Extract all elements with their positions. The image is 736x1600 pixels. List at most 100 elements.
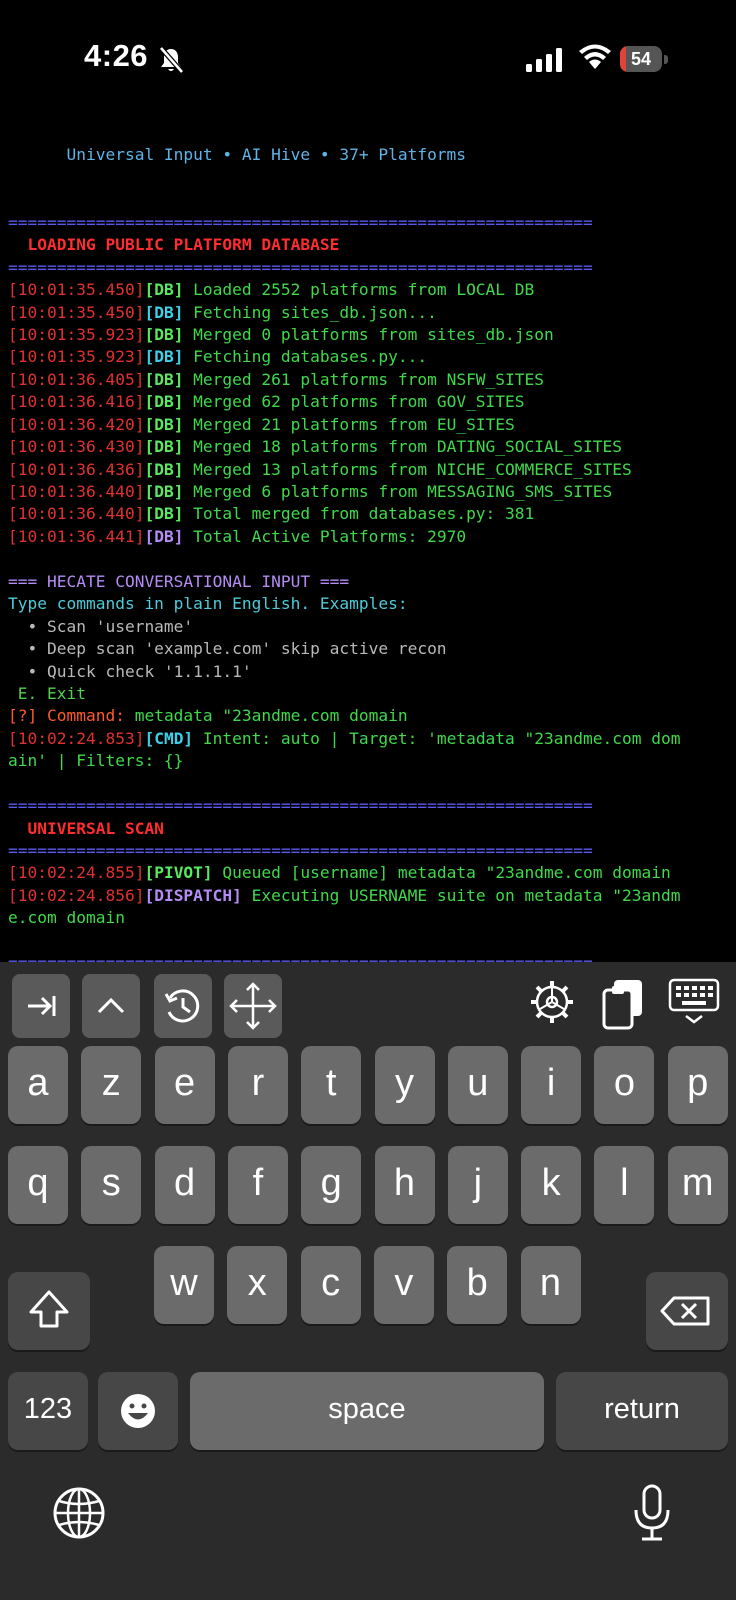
- settings-gear-icon[interactable]: [528, 978, 576, 1026]
- clipboard-paste-icon[interactable]: [600, 978, 648, 1030]
- emoji-key[interactable]: [98, 1372, 178, 1450]
- key-y[interactable]: y: [374, 1046, 435, 1124]
- terminal-segment: Loaded 2552 platforms from LOCAL DB: [183, 280, 535, 300]
- terminal-segment: Merged 18 platforms from DATING_SOCIAL_S…: [183, 437, 622, 457]
- tab-key[interactable]: [12, 974, 70, 1038]
- terminal-segment: [DB]: [144, 392, 184, 412]
- key-x[interactable]: x: [227, 1246, 288, 1324]
- keyboard-hide-icon[interactable]: [668, 978, 720, 1026]
- terminal-segment: Merged 13 platforms from NICHE_COMMERCE_…: [183, 459, 632, 479]
- terminal-segment: ========================================…: [8, 257, 593, 277]
- terminal-segment: Merged 21 platforms from EU_SITES: [183, 414, 515, 434]
- key-u[interactable]: u: [447, 1046, 508, 1124]
- terminal-segment: LOADING PUBLIC PLATFORM DATABASE: [8, 235, 340, 255]
- key-g[interactable]: g: [301, 1146, 362, 1224]
- silent-bell-icon: [159, 46, 184, 74]
- battery-indicator: 54: [620, 46, 670, 74]
- terminal-segment: [DB]: [144, 347, 184, 367]
- terminal-line: [10:02:24.853][CMD] Intent: auto | Targe…: [8, 728, 730, 750]
- key-m[interactable]: m: [667, 1146, 728, 1224]
- terminal-segment: [10:01:35.923]: [8, 324, 145, 344]
- terminal-line: Universal Input • AI Hive • 37+ Platform…: [8, 144, 730, 166]
- terminal-line: • Scan 'username': [8, 616, 730, 638]
- terminal-line: [10:01:35.923][DB] Merged 0 platforms fr…: [8, 324, 730, 346]
- key-j[interactable]: j: [447, 1146, 508, 1224]
- shift-key[interactable]: [8, 1272, 90, 1350]
- key-l[interactable]: l: [594, 1146, 655, 1224]
- terminal-segment: Fetching databases.py...: [183, 347, 428, 367]
- key-w[interactable]: w: [154, 1246, 214, 1324]
- terminal-line: LOADING PUBLIC PLATFORM DATABASE: [8, 234, 730, 256]
- move-cursor-key[interactable]: [224, 974, 282, 1038]
- terminal-segment: [DB]: [144, 504, 184, 524]
- key-t[interactable]: t: [301, 1046, 362, 1124]
- terminal-segment: [10:01:36.436]: [8, 459, 145, 479]
- terminal-segment: Total Active Platforms: 2970: [183, 526, 467, 546]
- terminal-segment: metadata "23andme.com domain: [134, 706, 408, 726]
- terminal-segment: [10:01:35.450]: [8, 302, 145, 322]
- key-i[interactable]: i: [521, 1046, 582, 1124]
- numbers-key[interactable]: 123: [8, 1372, 88, 1450]
- terminal-segment: Universal Input • AI Hive • 37+ Platform…: [8, 145, 467, 165]
- terminal-segment: [DB]: [144, 324, 184, 344]
- globe-icon[interactable]: [52, 1486, 106, 1540]
- key-n[interactable]: n: [520, 1246, 581, 1324]
- terminal-segment: [DB]: [144, 414, 184, 434]
- terminal-line: [10:01:36.440][DB] Total merged from dat…: [8, 503, 730, 525]
- terminal-output[interactable]: Universal Input • AI Hive • 37+ Platform…: [8, 122, 730, 962]
- terminal-line: [10:01:35.923][DB] Fetching databases.py…: [8, 346, 730, 368]
- terminal-segment: [DB]: [144, 437, 184, 457]
- key-s[interactable]: s: [81, 1146, 142, 1224]
- history-key[interactable]: [154, 974, 212, 1038]
- wifi-icon: [579, 44, 611, 69]
- terminal-line: [10:01:36.420][DB] Merged 21 platforms f…: [8, 414, 730, 436]
- key-z[interactable]: z: [81, 1046, 142, 1124]
- terminal-segment: • Deep scan 'example.com' skip active re…: [8, 639, 447, 659]
- terminal-segment: [DB]: [144, 526, 184, 546]
- key-p[interactable]: p: [667, 1046, 728, 1124]
- key-h[interactable]: h: [374, 1146, 435, 1224]
- key-k[interactable]: k: [521, 1146, 582, 1224]
- status-bar: 4:26 54: [0, 0, 736, 120]
- key-c[interactable]: c: [300, 1246, 361, 1324]
- terminal-segment: ========================================…: [8, 841, 593, 860]
- key-q[interactable]: q: [8, 1146, 68, 1224]
- terminal-segment: [10:01:35.450]: [8, 280, 145, 300]
- key-v[interactable]: v: [373, 1246, 434, 1324]
- terminal-segment: Merged 6 platforms from MESSAGING_SMS_SI…: [183, 482, 613, 501]
- terminal-line: [10:01:36.441][DB] Total Active Platform…: [8, 526, 730, 548]
- terminal-segment: Executing USERNAME suite on metadata "23…: [241, 885, 681, 905]
- key-r[interactable]: r: [227, 1046, 288, 1124]
- terminal-line: [10:01:35.450][DB] Fetching sites_db.jso…: [8, 302, 730, 324]
- terminal-segment: Queued [username] metadata "23andme.com …: [212, 863, 671, 883]
- space-key[interactable]: space: [190, 1372, 544, 1450]
- terminal-segment: Merged 0 platforms from sites_db.json: [183, 324, 554, 344]
- return-key[interactable]: return: [556, 1372, 728, 1450]
- terminal-segment: Total merged from databases.py: 381: [183, 504, 535, 524]
- terminal-line: ========================================…: [8, 795, 730, 817]
- key-d[interactable]: d: [154, 1146, 215, 1224]
- key-e[interactable]: e: [154, 1046, 215, 1124]
- cellular-signal-icon: [526, 48, 562, 72]
- key-o[interactable]: o: [594, 1046, 655, 1124]
- backspace-key[interactable]: [646, 1272, 728, 1350]
- terminal-segment: [10:01:36.420]: [8, 414, 145, 434]
- terminal-segment: [DISPATCH]: [144, 885, 242, 905]
- terminal-segment: [10:02:24.855]: [8, 863, 145, 883]
- microphone-icon[interactable]: [632, 1482, 672, 1544]
- terminal-line: UNIVERSAL SCAN: [8, 818, 730, 840]
- key-f[interactable]: f: [227, 1146, 288, 1224]
- key-b[interactable]: b: [447, 1246, 508, 1324]
- terminal-line: Type commands in plain English. Examples…: [8, 593, 730, 615]
- ctrl-caret-key[interactable]: [82, 974, 140, 1038]
- terminal-segment: [CMD]: [144, 728, 194, 748]
- battery-percent: 54: [630, 49, 652, 69]
- terminal-line: E. Exit: [8, 683, 730, 705]
- terminal-line: ========================================…: [8, 952, 730, 962]
- terminal-line: [10:01:36.440][DB] Merged 6 platforms fr…: [8, 481, 730, 503]
- key-a[interactable]: a: [8, 1046, 68, 1124]
- terminal-segment: [DB]: [144, 280, 184, 300]
- terminal-segment: [10:01:36.405]: [8, 369, 145, 389]
